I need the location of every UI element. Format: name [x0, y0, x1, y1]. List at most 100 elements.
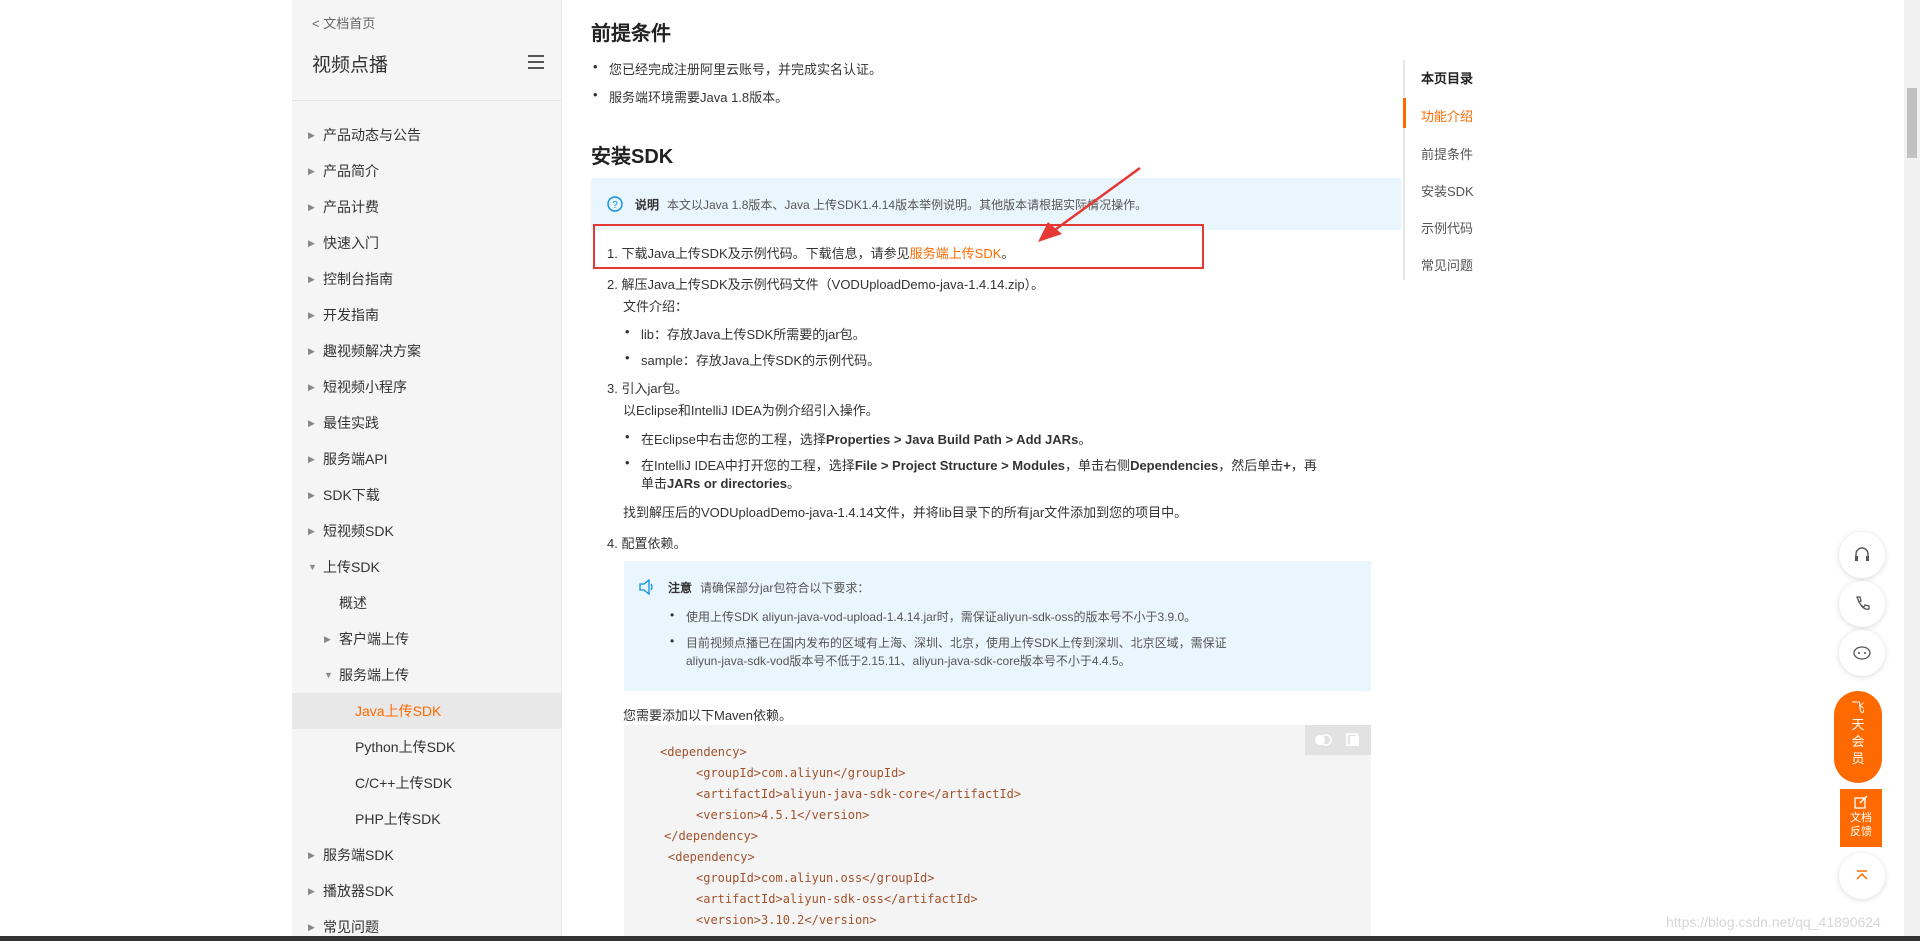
step-3-bullet: 在Eclipse中右击您的工程，选择Properties > Java Buil…: [625, 429, 1091, 448]
code-line: <version>4.5.1</version>: [696, 808, 870, 822]
sidebar-item-label: 服务端上传: [339, 667, 409, 683]
back-to-docs-link[interactable]: < 文档首页: [312, 13, 375, 32]
caret-right-icon[interactable]: ▶: [308, 369, 315, 405]
caret-right-icon[interactable]: ▶: [308, 117, 315, 153]
sidebar-nav: ▶ 产品动态与公告 ▶ 产品简介 ▶ 产品计费 ▶ 快速入门 ▶ 控制台指南 ▶ 开发指南 ▶ 趣视频解决…: [292, 117, 561, 941]
caret-right-icon[interactable]: ▶: [308, 405, 315, 441]
sidebar-item[interactable]: ▶ 产品动态与公告: [292, 117, 561, 153]
sidebar-item-label: Java上传SDK: [355, 703, 442, 719]
phone-icon: [1856, 596, 1870, 610]
toc-item[interactable]: 示例代码: [1421, 218, 1473, 237]
vip-member-button[interactable]: 飞天会员: [1834, 691, 1882, 783]
edit-icon: [1854, 795, 1868, 809]
sidebar-item-label: Python上传SDK: [355, 739, 456, 755]
step-3-b1-bold: Properties > Java Build Path > Add JARs: [825, 432, 1079, 447]
sidebar-item[interactable]: ▶ 短视频小程序: [292, 369, 561, 405]
back-to-top-button[interactable]: [1839, 853, 1885, 899]
caret-right-icon[interactable]: ▶: [308, 513, 315, 549]
sidebar-item-label: 开发指南: [323, 307, 379, 323]
doc-sidebar: < 文档首页 视频点播 ▶ 产品动态与公告 ▶ 产品简介 ▶ 产品计费 ▶ 快速入门 ▶ 控制台指…: [292, 0, 562, 941]
sidebar-item[interactable]: ▶ 服务端API: [292, 441, 561, 477]
caret-down-icon[interactable]: ▼: [324, 657, 333, 693]
step-2-sub: 文件介绍：: [623, 299, 689, 314]
sidebar-item[interactable]: ▶ 控制台指南: [292, 261, 561, 297]
caret-right-icon[interactable]: ▶: [308, 837, 315, 873]
install-sdk-heading: 安装SDK: [591, 146, 674, 168]
caret-right-icon[interactable]: ▶: [308, 189, 315, 225]
svg-text:?: ?: [612, 200, 618, 211]
caret-right-icon[interactable]: ▶: [308, 297, 315, 333]
caret-right-icon[interactable]: ▶: [308, 873, 315, 909]
sidebar-item[interactable]: 概述: [292, 585, 561, 621]
sidebar-item[interactable]: PHP上传SDK: [292, 801, 561, 837]
doc-feedback-button[interactable]: 文档反馈: [1840, 789, 1882, 847]
sidebar-item[interactable]: ▶ SDK下载: [292, 477, 561, 513]
toc-item[interactable]: 前提条件: [1421, 144, 1473, 163]
sidebar-item[interactable]: ▼ 服务端上传: [292, 657, 561, 693]
caret-right-icon[interactable]: ▶: [308, 441, 315, 477]
toc-item[interactable]: 安装SDK: [1421, 181, 1474, 200]
caret-right-icon[interactable]: ▶: [324, 621, 331, 657]
caret-right-icon[interactable]: ▶: [308, 477, 315, 513]
watermark: https://blog.csdn.net/qq_41890624: [1666, 914, 1881, 930]
sidebar-item[interactable]: ▶ 开发指南: [292, 297, 561, 333]
sidebar-item[interactable]: ▶ 产品计费: [292, 189, 561, 225]
sidebar-item-label: C/C++上传SDK: [355, 775, 453, 791]
sidebar-item[interactable]: ▶ 产品简介: [292, 153, 561, 189]
step-3-b2-bold2: Dependencies: [1130, 458, 1219, 473]
step-3-b2-bold1: File > Project Structure > Modules: [854, 458, 1066, 473]
code-line: <artifactId>aliyun-sdk-oss</artifactId>: [696, 892, 978, 906]
attention-item-cont: aliyun-java-sdk-vod版本号不低于2.15.11、aliyun-…: [686, 654, 1131, 668]
headset-icon: [1855, 547, 1869, 561]
copy-icon[interactable]: [1345, 732, 1361, 748]
sidebar-item-label: 服务端API: [323, 451, 388, 467]
code-line: <groupId>com.aliyun.oss</groupId>: [696, 871, 935, 885]
toc-item[interactable]: 功能介绍: [1421, 106, 1473, 125]
step-3-b2-pre: 在IntelliJ IDEA中打开您的工程，选择: [641, 458, 855, 473]
sidebar-item[interactable]: ▼ 上传SDK: [292, 549, 561, 585]
sidebar-item-label: PHP上传SDK: [355, 811, 441, 827]
step-3-b2-end: 。: [786, 476, 800, 491]
step-3-b2-line2: 单击JARs or directories。: [641, 473, 800, 492]
hamburger-menu-icon[interactable]: [528, 55, 544, 69]
sidebar-item[interactable]: ▶ 播放器SDK: [292, 873, 561, 909]
step-3-b2-bold4: JARs or directories: [667, 476, 787, 491]
caret-right-icon[interactable]: ▶: [308, 333, 315, 369]
chat-bot-button[interactable]: [1839, 630, 1885, 676]
toc-active-indicator: [1403, 98, 1406, 128]
step-3-b2-bold3: +: [1283, 458, 1291, 473]
caret-right-icon[interactable]: ▶: [308, 153, 315, 189]
sidebar-item[interactable]: Java上传SDK: [292, 693, 561, 729]
attention-box: 注意 请确保部分jar包符合以下要求： 使用上传SDK aliyun-java-…: [624, 561, 1371, 691]
toggle-theme-icon[interactable]: [1313, 732, 1333, 748]
sidebar-item[interactable]: Python上传SDK: [292, 729, 561, 765]
step-3-b2-mid: ，单击右侧: [1065, 458, 1131, 473]
scrollbar-thumb[interactable]: [1907, 88, 1917, 158]
caret-right-icon[interactable]: ▶: [308, 261, 315, 297]
bottom-bar: [0, 936, 1920, 941]
sidebar-item[interactable]: ▶ 最佳实践: [292, 405, 561, 441]
phone-button[interactable]: [1839, 581, 1885, 627]
page-scrollbar[interactable]: [1904, 0, 1920, 936]
sidebar-item[interactable]: ▶ 短视频SDK: [292, 513, 561, 549]
sidebar-item[interactable]: C/C++上传SDK: [292, 765, 561, 801]
attention-label: 注意: [668, 581, 693, 595]
sidebar-item-label: 服务端SDK: [323, 847, 394, 863]
step-2: 2. 解压Java上传SDK及示例代码文件（VODUploadDemo-java…: [607, 277, 1045, 292]
sidebar-item[interactable]: ▶ 客户端上传: [292, 621, 561, 657]
step-3-b1-pre: 在Eclipse中右击您的工程，选择: [641, 432, 826, 447]
sidebar-item[interactable]: ▶ 趣视频解决方案: [292, 333, 561, 369]
caret-down-icon[interactable]: ▼: [308, 549, 317, 585]
code-line: <groupId>com.aliyun</groupId>: [696, 766, 906, 780]
speaker-icon: [639, 579, 653, 595]
sidebar-item[interactable]: ▶ 服务端SDK: [292, 837, 561, 873]
step-2-item: sample：存放Java上传SDK的示例代码。: [625, 350, 880, 369]
prereq-item: 服务端环境需要Java 1.8版本。: [593, 87, 788, 106]
toc-item[interactable]: 常见问题: [1421, 255, 1473, 274]
sidebar-item-label: 控制台指南: [323, 271, 393, 287]
vip-label: 飞天会员: [1851, 700, 1865, 766]
customer-service-button[interactable]: [1839, 532, 1885, 578]
caret-right-icon[interactable]: ▶: [308, 225, 315, 261]
sidebar-item[interactable]: ▶ 快速入门: [292, 225, 561, 261]
prereq-heading: 前提条件: [591, 23, 671, 45]
